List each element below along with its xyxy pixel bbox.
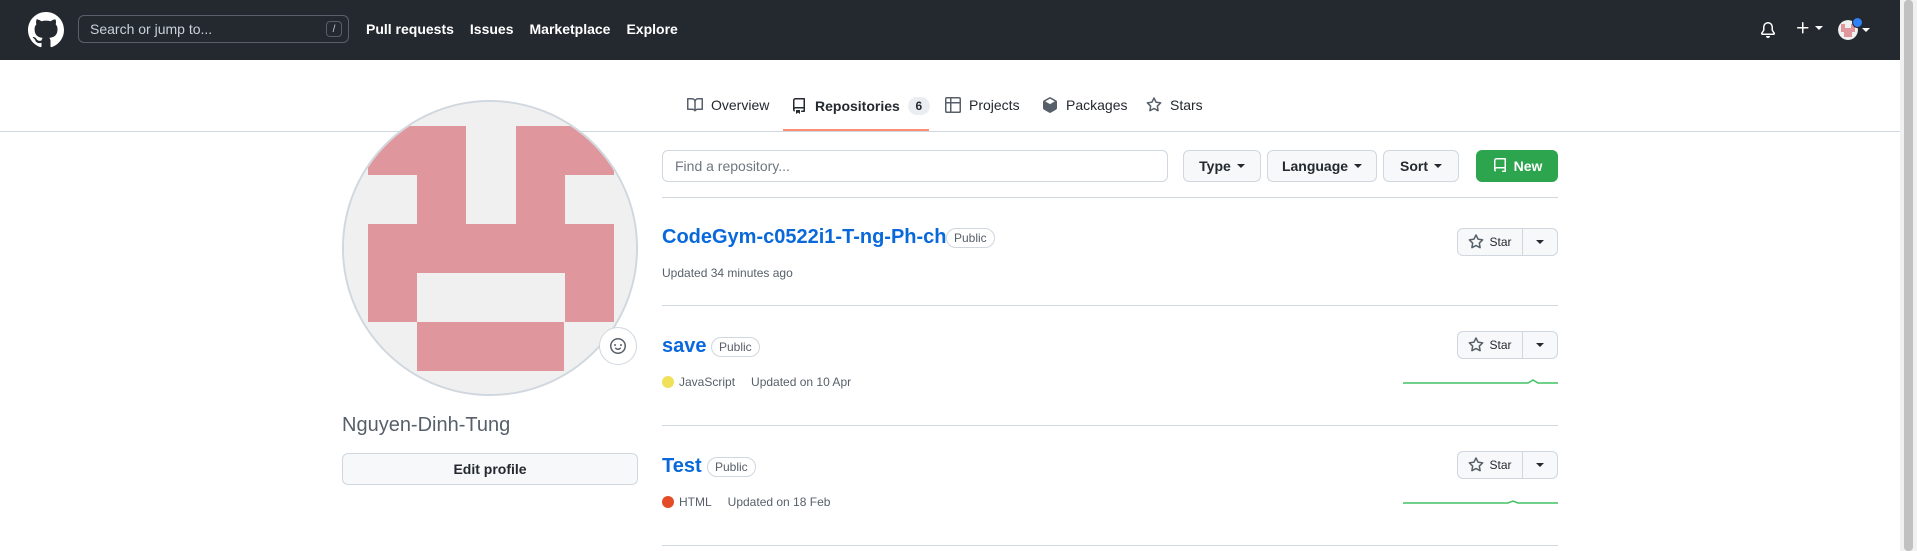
- bell-icon[interactable]: [1760, 22, 1776, 38]
- repo-meta: HTML Updated on 18 Feb: [662, 495, 830, 509]
- package-icon: [1043, 97, 1057, 113]
- visibility-badge: Public: [946, 228, 995, 248]
- language-filter-button[interactable]: Language: [1267, 150, 1377, 182]
- repo-link[interactable]: Test: [662, 455, 702, 478]
- search-input[interactable]: Search or jump to... /: [78, 15, 349, 43]
- caret-down-icon: [1236, 164, 1245, 168]
- tab-label: Stars: [1170, 97, 1203, 113]
- tab-label: Packages: [1066, 97, 1128, 113]
- visibility-badge: Public: [707, 457, 756, 477]
- star-label: Star: [1489, 235, 1512, 249]
- caret-down-icon: [1536, 240, 1544, 244]
- repo-icon: [793, 98, 805, 114]
- star-button[interactable]: Star: [1457, 451, 1523, 479]
- star-button-group: Star: [1457, 451, 1558, 479]
- table-icon: [945, 97, 961, 113]
- divider: [662, 197, 1558, 198]
- star-list-dropdown[interactable]: [1523, 331, 1558, 359]
- notification-dot: [1852, 17, 1863, 28]
- user-menu[interactable]: [1838, 17, 1870, 40]
- language-label: JavaScript: [679, 375, 736, 389]
- repo-meta: Updated 34 minutes ago: [662, 266, 793, 280]
- tab-overview[interactable]: Overview: [687, 97, 769, 113]
- divider: [662, 545, 1558, 546]
- star-label: Star: [1489, 338, 1512, 352]
- caret-down-icon: [1862, 28, 1870, 32]
- github-logo-icon[interactable]: [28, 12, 64, 48]
- profile-username: Nguyen-Dinh-Tung: [342, 414, 511, 436]
- tab-label: Projects: [969, 97, 1020, 113]
- nav-pull-requests[interactable]: Pull requests: [366, 21, 454, 37]
- activity-sparkline: [1403, 379, 1558, 384]
- search-shortcut-key: /: [326, 21, 342, 37]
- scrollbar-thumb[interactable]: [1904, 0, 1913, 551]
- repo-updated: Updated on 10 Apr: [751, 375, 852, 389]
- star-list-dropdown[interactable]: [1523, 451, 1558, 479]
- new-repository-button[interactable]: New: [1476, 150, 1558, 182]
- star-icon: [1469, 234, 1484, 249]
- star-list-dropdown[interactable]: [1523, 228, 1558, 256]
- sort-filter-button[interactable]: Sort: [1383, 150, 1459, 182]
- language-color-dot: [662, 496, 674, 508]
- repo-language: HTML: [662, 495, 712, 509]
- star-label: Star: [1489, 458, 1512, 472]
- repo-link[interactable]: CodeGym-c0522i1-T-ng-Ph-ch: [662, 226, 947, 249]
- type-filter-button[interactable]: Type: [1183, 150, 1261, 182]
- repo-link[interactable]: save: [662, 335, 707, 358]
- caret-down-icon: [1536, 343, 1544, 347]
- tab-label: Overview: [711, 97, 770, 113]
- language-label: HTML: [679, 495, 712, 509]
- tab-stars[interactable]: Stars: [1146, 97, 1203, 113]
- star-button-group: Star: [1457, 228, 1558, 256]
- star-button-group: Star: [1457, 331, 1558, 359]
- nav-explore[interactable]: Explore: [626, 21, 677, 37]
- repo-updated: Updated 34 minutes ago: [662, 266, 793, 280]
- tab-projects[interactable]: Projects: [945, 97, 1020, 113]
- search-placeholder: Search or jump to...: [90, 21, 213, 37]
- repo-meta: JavaScript Updated on 10 Apr: [662, 375, 851, 389]
- create-new-menu[interactable]: [1795, 20, 1823, 36]
- tab-repositories[interactable]: Repositories 6: [791, 97, 930, 115]
- star-button[interactable]: Star: [1457, 228, 1523, 256]
- caret-down-icon: [1536, 463, 1544, 467]
- caret-down-icon: [1434, 164, 1442, 168]
- caret-down-icon: [1354, 164, 1363, 168]
- repo-icon: [1493, 158, 1506, 172]
- new-button-label: New: [1513, 158, 1543, 174]
- repo-updated: Updated on 18 Feb: [727, 495, 831, 509]
- activity-sparkline: [1403, 500, 1558, 504]
- nav-marketplace[interactable]: Marketplace: [530, 21, 611, 37]
- divider: [662, 425, 1558, 426]
- repo-count-badge: 6: [907, 97, 930, 115]
- visibility-badge: Public: [711, 337, 760, 357]
- tabbar-divider: [0, 131, 1900, 132]
- smiley-icon: [610, 338, 626, 354]
- sort-filter-label: Sort: [1400, 158, 1428, 174]
- header-nav: Pull requests Issues Marketplace Explore: [366, 21, 678, 37]
- language-color-dot: [662, 376, 674, 388]
- profile-avatar[interactable]: [342, 100, 638, 396]
- book-icon: [687, 97, 703, 112]
- plus-icon: [1797, 22, 1809, 34]
- star-icon: [1469, 457, 1484, 472]
- top-header: Search or jump to... / Pull requests Iss…: [0, 0, 1900, 60]
- star-icon: [1469, 337, 1484, 352]
- find-repository-placeholder: Find a repository...: [675, 158, 790, 174]
- identicon-image: [344, 102, 636, 394]
- divider: [662, 305, 1558, 306]
- tab-label: Repositories: [815, 98, 900, 114]
- language-filter-label: Language: [1281, 158, 1349, 174]
- set-status-button[interactable]: [599, 327, 637, 365]
- tab-packages[interactable]: Packages: [1042, 97, 1127, 113]
- page-scrollbar[interactable]: [1900, 0, 1917, 551]
- star-icon: [1146, 97, 1162, 112]
- star-button[interactable]: Star: [1457, 331, 1523, 359]
- type-filter-label: Type: [1199, 158, 1231, 174]
- edit-profile-button[interactable]: Edit profile: [342, 453, 638, 485]
- caret-down-icon: [1815, 26, 1823, 30]
- nav-issues[interactable]: Issues: [470, 21, 514, 37]
- repo-language: JavaScript: [662, 375, 735, 389]
- find-repository-input[interactable]: Find a repository...: [662, 150, 1168, 182]
